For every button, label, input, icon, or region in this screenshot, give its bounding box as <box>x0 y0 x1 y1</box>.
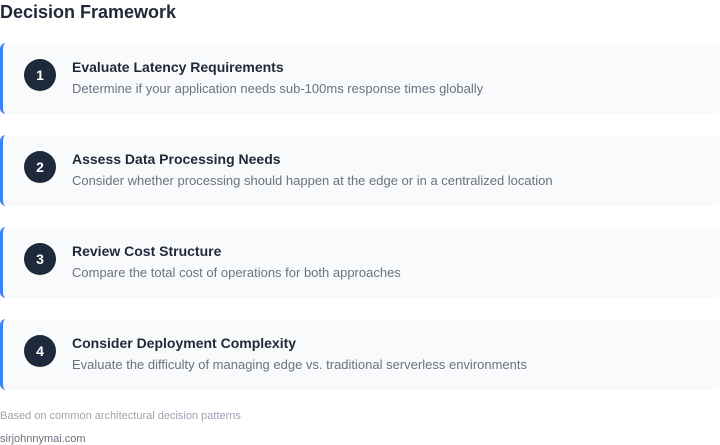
step-description: Evaluate the difficulty of managing edge… <box>72 357 528 372</box>
decision-steps-list: 1 Evaluate Latency Requirements Determin… <box>0 43 720 411</box>
step-card-3: 3 Review Cost Structure Compare the tota… <box>0 227 720 298</box>
step-card-4: 4 Consider Deployment Complexity Evaluat… <box>0 319 720 390</box>
step-number-badge: 1 <box>24 59 56 91</box>
step-card-2: 2 Assess Data Processing Needs Consider … <box>0 135 720 206</box>
step-title: Evaluate Latency Requirements <box>72 59 284 75</box>
step-number-badge: 4 <box>24 335 56 367</box>
step-description: Determine if your application needs sub-… <box>72 81 484 96</box>
step-title: Review Cost Structure <box>72 243 222 259</box>
step-description: Consider whether processing should happe… <box>72 173 553 188</box>
step-title: Consider Deployment Complexity <box>72 335 297 351</box>
page: Decision Framework 1 Evaluate Latency Re… <box>0 0 720 445</box>
step-number-badge: 3 <box>24 243 56 275</box>
step-number-badge: 2 <box>24 151 56 183</box>
page-title: Decision Framework <box>0 2 177 22</box>
source-note: Based on common architectural decision p… <box>0 410 241 422</box>
step-title: Assess Data Processing Needs <box>72 151 281 167</box>
step-description: Compare the total cost of operations for… <box>72 265 401 280</box>
step-card-1: 1 Evaluate Latency Requirements Determin… <box>0 43 720 114</box>
site-credit: sirjohnnymai.com <box>0 433 86 445</box>
